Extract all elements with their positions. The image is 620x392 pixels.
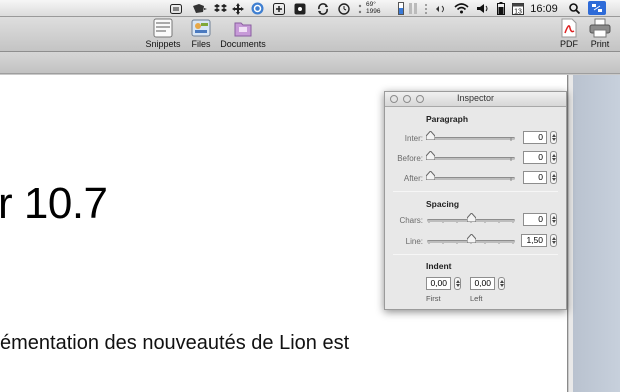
- snippets-label: Snippets: [145, 39, 181, 49]
- add-box-icon[interactable]: [271, 1, 287, 16]
- before-stepper[interactable]: [550, 151, 557, 164]
- line-spacing-field[interactable]: 1,50: [521, 234, 547, 247]
- documents-icon: [234, 22, 252, 37]
- airplay-square-icon[interactable]: [292, 1, 308, 16]
- after-stepper[interactable]: [550, 171, 557, 184]
- inter-label: Inter:: [404, 134, 423, 143]
- inter-slider-tick: [510, 128, 514, 141]
- pdf-button[interactable]: PDF: [558, 18, 580, 49]
- snippets-button[interactable]: Snippets: [143, 18, 183, 49]
- snippets-icon: [153, 18, 173, 38]
- notes-icon[interactable]: [168, 1, 184, 16]
- inter-field[interactable]: 0: [523, 131, 547, 144]
- chars-label: Chars:: [399, 216, 423, 225]
- weather-widget[interactable]: 69° 1996: [366, 0, 394, 15]
- dropbox-icon[interactable]: [212, 1, 228, 16]
- weather-dots-icon: [356, 1, 364, 16]
- meter-icon[interactable]: [396, 1, 406, 16]
- spacing-section-title: Spacing: [426, 199, 460, 209]
- activity-dots-icon[interactable]: [421, 1, 431, 16]
- time-machine-icon[interactable]: [336, 1, 352, 16]
- volume-icon[interactable]: [474, 1, 490, 16]
- pdf-icon: [561, 18, 577, 38]
- first-indent-label: First: [426, 294, 441, 303]
- sync-arrows-icon[interactable]: [315, 1, 331, 16]
- files-label: Files: [191, 39, 211, 49]
- documents-button[interactable]: Documents: [218, 18, 268, 49]
- inter-slider-thumb[interactable]: [426, 131, 435, 140]
- document-paragraph: émentation des nouveautés de Lion est: [0, 332, 350, 354]
- before-label: Before:: [397, 154, 423, 163]
- before-field[interactable]: 0: [523, 151, 547, 164]
- before-slider-track[interactable]: [427, 157, 515, 160]
- evernote-elephant-icon[interactable]: [188, 1, 210, 16]
- left-indent-stepper[interactable]: [498, 277, 505, 290]
- print-label: Print: [590, 39, 610, 49]
- document-toolbar: Snippets Files Documents PDF Print: [0, 17, 620, 52]
- after-field[interactable]: 0: [523, 171, 547, 184]
- inter-stepper[interactable]: [550, 131, 557, 144]
- weather-year: 1996: [366, 7, 381, 15]
- after-label: After:: [403, 174, 423, 183]
- battery-icon[interactable]: [494, 1, 508, 16]
- svg-text:13: 13: [514, 8, 522, 15]
- after-slider-tick: [510, 168, 514, 181]
- document-heading: r 10.7: [0, 179, 108, 228]
- menu-bar: 69° 1996 13 16:09: [0, 0, 620, 17]
- sync-circle-icon[interactable]: [249, 1, 265, 16]
- side-pane: [573, 75, 620, 392]
- printer-icon: [589, 18, 611, 38]
- line-label: Line:: [405, 237, 423, 246]
- indent-section-title: Indent: [426, 261, 452, 271]
- inter-slider-track[interactable]: [427, 137, 515, 140]
- left-indent-label: Left: [470, 294, 483, 303]
- chars-field[interactable]: 0: [523, 213, 547, 226]
- chars-slider-thumb[interactable]: [467, 213, 476, 222]
- weather-temperature: 69°: [366, 0, 376, 8]
- files-button[interactable]: Files: [188, 18, 214, 49]
- menu-clock[interactable]: 16:09: [528, 1, 560, 16]
- spotlight-search-icon[interactable]: [566, 1, 582, 16]
- line-slider-thumb[interactable]: [467, 234, 476, 243]
- wifi-icon[interactable]: [452, 1, 470, 16]
- documents-label: Documents: [220, 39, 266, 49]
- inspector-panel: Inspector Paragraph Inter: 0 Before: 0 A…: [384, 91, 567, 310]
- paragraph-section-title: Paragraph: [426, 114, 469, 124]
- ruler-bar: [0, 52, 620, 74]
- first-indent-field[interactable]: 0,00: [426, 277, 451, 290]
- clock-text: 16:09: [530, 2, 558, 15]
- before-slider-tick: [510, 148, 514, 161]
- chars-stepper[interactable]: [550, 213, 557, 226]
- memory-bars-icon[interactable]: [408, 1, 418, 16]
- sound-sync-icon[interactable]: [433, 1, 449, 16]
- after-slider-thumb[interactable]: [426, 171, 435, 180]
- section-divider: [393, 191, 558, 192]
- pdf-label: PDF: [560, 39, 578, 49]
- after-slider-track[interactable]: [427, 177, 515, 180]
- section-divider: [393, 254, 558, 255]
- notification-center-icon[interactable]: [588, 1, 606, 15]
- inspector-title: Inspector: [456, 93, 495, 103]
- first-indent-stepper[interactable]: [454, 277, 461, 290]
- print-button[interactable]: Print: [586, 18, 614, 49]
- inspector-titlebar[interactable]: Inspector: [385, 92, 566, 107]
- files-icon: [191, 19, 211, 37]
- move-arrows-icon[interactable]: [230, 1, 246, 16]
- line-spacing-stepper[interactable]: [550, 234, 557, 247]
- left-indent-field[interactable]: 0,00: [470, 277, 495, 290]
- calendar-icon[interactable]: 13: [510, 1, 526, 16]
- before-slider-thumb[interactable]: [426, 151, 435, 160]
